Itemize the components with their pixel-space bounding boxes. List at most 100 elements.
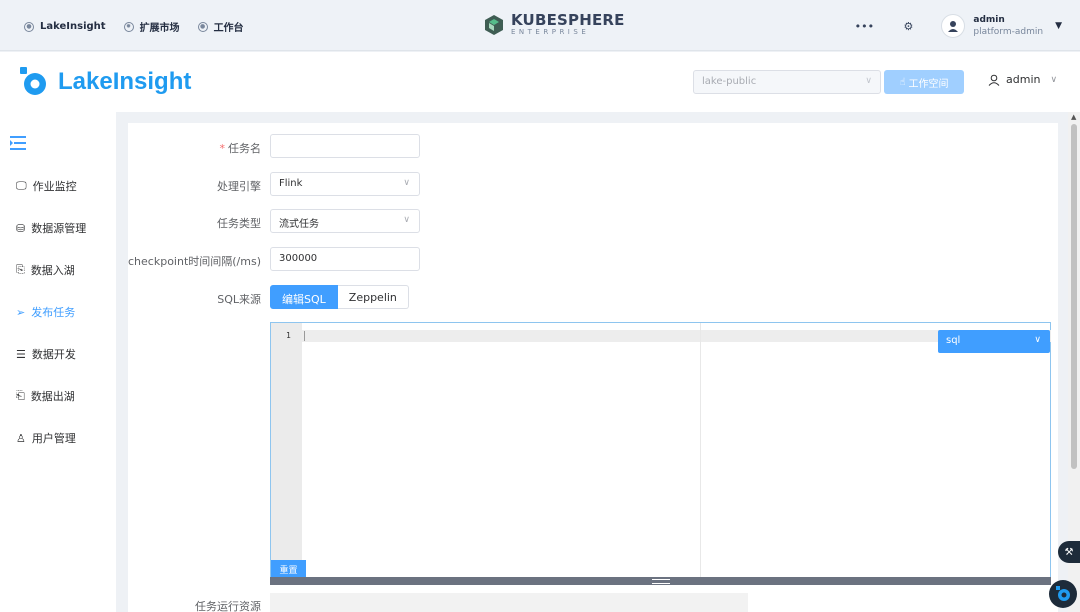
sql-editor[interactable]: 1 sql ∨ 重置	[270, 322, 1051, 579]
task-type-select[interactable]: 流式任务 ∨	[270, 209, 420, 233]
engine-select[interactable]: Flink ∨	[270, 172, 420, 196]
user-avatar-icon	[948, 21, 959, 32]
sidebar-item-label: 数据源管理	[31, 222, 87, 235]
sql-source-toggle: 编辑SQL Zeppelin	[270, 285, 409, 309]
hand-icon: ☝	[899, 76, 906, 88]
editor-language-value: sql	[946, 335, 961, 346]
editor-print-margin	[700, 323, 701, 577]
editor-language-select[interactable]: sql ∨	[938, 330, 1050, 353]
kubesphere-logo[interactable]: KUBESPHERE ENTERPRISE	[483, 13, 625, 37]
send-icon: ➢	[16, 305, 26, 319]
sidebar-item-user-manage[interactable]: ♙ 用户管理	[16, 430, 76, 446]
required-mark: *	[219, 142, 226, 155]
scroll-up-icon[interactable]: ▲	[1071, 113, 1076, 121]
topnav-lakeinsight[interactable]: ● LakeInsight	[24, 19, 106, 34]
workspace-button-label: 工作空间	[908, 78, 949, 90]
document-icon: ☰	[16, 347, 26, 361]
user-icon: ♙	[16, 431, 26, 445]
floating-tool-button[interactable]: ⚒	[1058, 541, 1080, 563]
resources-panel	[270, 593, 748, 612]
chevron-down-icon: ∨	[865, 76, 872, 86]
lakeinsight-logo-icon	[20, 67, 46, 95]
topnav-label: 工作台	[213, 23, 244, 34]
topnav-label: 扩展市场	[139, 23, 180, 34]
topnav-market[interactable]: ✹ 扩展市场	[123, 19, 180, 34]
circle-icon: ●	[24, 21, 34, 32]
sidebar: 🖵 作业监控 ⛁ 数据源管理 ⎘ 数据入湖 ➢ 发布任务 ☰ 数据开发 ⎗ 数据…	[0, 112, 116, 612]
hammer-icon: ⚒	[1064, 546, 1074, 558]
task-name-label-text: 任务名	[228, 142, 261, 155]
chevron-down-icon: ∨	[403, 215, 410, 225]
checkpoint-value: 300000	[279, 253, 318, 264]
sidebar-item-label: 发布任务	[31, 306, 76, 319]
workspace-button[interactable]: ☝ 工作空间	[884, 70, 964, 94]
user-icon	[988, 74, 1000, 86]
menu-toggle-icon[interactable]	[10, 136, 28, 153]
chevron-down-icon: ∨	[1050, 74, 1058, 85]
lakeinsight-mini-icon	[1056, 586, 1070, 601]
caret-down-icon[interactable]: ▼	[1055, 21, 1062, 31]
platform-nav: ● LakeInsight ✹ 扩展市场 ● 工作台	[24, 19, 244, 34]
admin-menu[interactable]: admin ∨	[988, 73, 1057, 86]
task-form: * 任务名 处理引擎 Flink ∨ 任务类型 流式任务 ∨ checkpoint…	[128, 123, 1058, 612]
user-name: admin	[973, 15, 1005, 25]
settings-icon[interactable]: ⚙	[897, 15, 919, 37]
chevron-down-icon: ∨	[403, 178, 410, 188]
sidebar-item-label: 数据出湖	[30, 390, 75, 403]
editor-resize-handle[interactable]	[270, 577, 1051, 585]
sidebar-item-data-export[interactable]: ⎗ 数据出湖	[16, 388, 75, 404]
workspace-select[interactable]: lake-public ∨	[693, 70, 881, 94]
sidebar-item-datasource[interactable]: ⛁ 数据源管理	[16, 220, 86, 236]
floating-assistant-button[interactable]	[1049, 580, 1077, 608]
engine-label: 处理引擎	[217, 180, 261, 193]
sidebar-item-job-monitor[interactable]: 🖵 作业监控	[16, 178, 77, 194]
logo-title: KUBESPHERE	[511, 11, 625, 29]
task-type-select-value: 流式任务	[279, 219, 319, 230]
topnav-label: LakeInsight	[40, 21, 106, 32]
editor-line-number: 1	[286, 331, 291, 340]
sidebar-item-label: 作业监控	[32, 180, 77, 193]
chevron-down-icon: ∨	[1034, 335, 1041, 345]
page-scrollbar[interactable]: ▲	[1068, 112, 1080, 612]
export-icon: ⎗	[16, 389, 25, 402]
editor-reset-button[interactable]: 重置	[271, 560, 306, 578]
brand-logo[interactable]: LakeInsight	[18, 66, 191, 98]
database-icon: ⛁	[16, 221, 26, 235]
scrollbar-thumb[interactable]	[1071, 124, 1077, 469]
editor-cursor	[304, 331, 305, 341]
sidebar-item-label: 数据入湖	[30, 264, 75, 277]
task-name-input[interactable]	[270, 134, 420, 158]
editor-gutter	[271, 323, 302, 577]
gear-icon: ✹	[123, 21, 134, 32]
engine-select-value: Flink	[279, 178, 303, 189]
kubesphere-hex-icon	[485, 15, 503, 35]
admin-label: admin	[1006, 73, 1041, 86]
sql-source-edit-option[interactable]: 编辑SQL	[270, 285, 338, 309]
sidebar-item-publish-task[interactable]: ➢ 发布任务	[16, 304, 75, 320]
sidebar-item-data-dev[interactable]: ☰ 数据开发	[16, 346, 76, 362]
avatar[interactable]	[941, 14, 966, 38]
user-role: platform-admin	[973, 27, 1044, 37]
resources-label: 任务运行资源	[195, 600, 261, 612]
monitor-icon: 🖵	[16, 179, 27, 192]
sidebar-item-label: 数据开发	[31, 348, 76, 361]
topbar-right: ••• ⚙ admin platform-admin ▼	[853, 14, 1062, 38]
workspace-select-value: lake-public	[702, 76, 757, 87]
platform-topbar: ● LakeInsight ✹ 扩展市场 ● 工作台 KUBESPHERE EN…	[0, 0, 1080, 51]
sidebar-item-label: 用户管理	[31, 432, 76, 445]
brand-name: LakeInsight	[58, 68, 192, 95]
user-info[interactable]: admin platform-admin	[973, 14, 1043, 38]
checkpoint-label: checkpoint时间间隔(/ms)	[128, 255, 261, 268]
sql-source-label: SQL来源	[217, 293, 261, 306]
more-icon[interactable]: •••	[853, 15, 875, 37]
checkpoint-input[interactable]: 300000	[270, 247, 420, 271]
task-type-label: 任务类型	[217, 217, 261, 230]
sql-source-zeppelin-option[interactable]: Zeppelin	[337, 285, 409, 309]
task-name-label: * 任务名	[128, 140, 262, 156]
topnav-workbench[interactable]: ● 工作台	[197, 19, 244, 34]
grip-icon	[651, 578, 670, 584]
app-header: LakeInsight lake-public ∨ ☝ 工作空间 admin ∨	[0, 52, 1080, 112]
circle-icon: ●	[197, 21, 208, 32]
sidebar-item-data-ingest[interactable]: ⎘ 数据入湖	[16, 262, 75, 278]
import-icon: ⎘	[16, 263, 25, 276]
